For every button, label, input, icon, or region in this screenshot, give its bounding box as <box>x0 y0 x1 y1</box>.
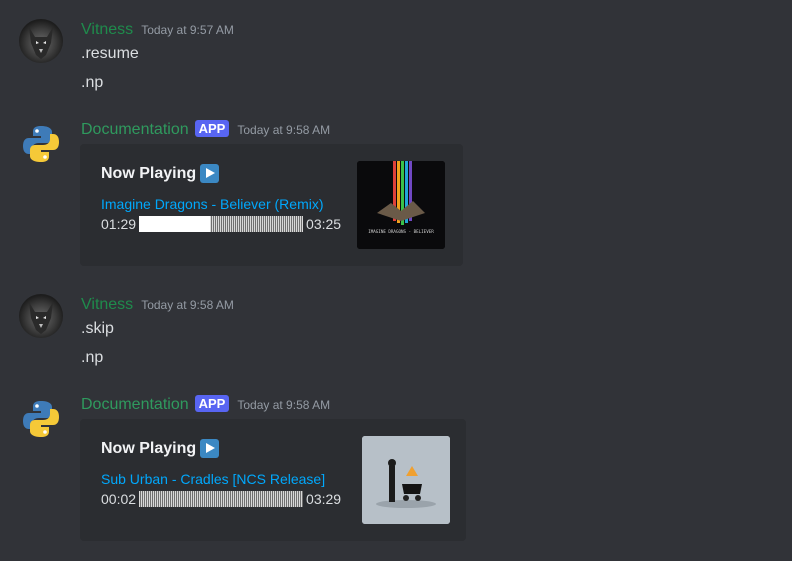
now-playing-embed: Now Playing Sub Urban - Cradles [NCS Rel… <box>80 419 466 541</box>
message-header: Vitness Today at 9:58 AM <box>81 296 234 318</box>
python-logo-icon[interactable] <box>19 397 63 441</box>
avatar[interactable] <box>19 294 63 338</box>
track-link[interactable]: Imagine Dragons - Believer (Remix) <box>101 196 324 212</box>
track-link[interactable]: Sub Urban - Cradles [NCS Release] <box>101 471 325 487</box>
play-button-icon <box>200 439 220 458</box>
progress-remaining <box>209 216 304 232</box>
elapsed-time: 01:29 <box>101 216 137 232</box>
album-thumbnail[interactable]: IMAGINE DRAGONS - BELIEVER <box>357 161 445 249</box>
progress-fill <box>139 216 210 232</box>
progress-row: 01:29 03:25 <box>101 216 341 232</box>
message-text: .resume <box>81 45 139 62</box>
elapsed-time: 00:02 <box>101 491 137 507</box>
message-text: .np <box>81 74 104 91</box>
message-header: Vitness Today at 9:57 AM <box>81 21 234 43</box>
progress-row: 00:02 03:29 <box>101 491 341 507</box>
duration-time: 03:25 <box>306 216 342 232</box>
message-header: Documentation APP Today at 9:58 AM <box>81 395 331 418</box>
app-badge: APP <box>194 395 230 412</box>
username[interactable]: Documentation <box>81 396 189 414</box>
progress-bar <box>139 216 304 232</box>
username[interactable]: Vitness <box>81 296 133 314</box>
duration-time: 03:29 <box>306 491 342 507</box>
message-header: Documentation APP Today at 9:58 AM <box>81 120 331 143</box>
embed-title-text: Now Playing <box>101 164 197 182</box>
embed-title-text: Now Playing <box>101 439 197 457</box>
timestamp: Today at 9:57 AM <box>141 23 234 37</box>
timestamp: Today at 9:58 AM <box>237 398 331 412</box>
album-thumbnail[interactable] <box>362 436 450 524</box>
progress-bar <box>139 491 304 507</box>
svg-text:IMAGINE DRAGONS - BELIEVER: IMAGINE DRAGONS - BELIEVER <box>368 229 434 234</box>
timestamp: Today at 9:58 AM <box>237 123 331 137</box>
avatar[interactable] <box>19 19 63 63</box>
python-logo-icon[interactable] <box>19 122 63 166</box>
play-button-icon <box>200 164 220 183</box>
app-badge: APP <box>194 120 230 137</box>
embed-title: Now Playing <box>101 164 220 183</box>
message-text: .np <box>81 349 104 366</box>
embed-title: Now Playing <box>101 439 220 458</box>
username[interactable]: Vitness <box>81 21 133 39</box>
progress-remaining <box>139 491 304 507</box>
message-text: .skip <box>81 320 114 337</box>
username[interactable]: Documentation <box>81 121 189 139</box>
timestamp: Today at 9:58 AM <box>141 298 234 312</box>
now-playing-embed: Now Playing Imagine Dragons - Believer (… <box>80 144 463 266</box>
